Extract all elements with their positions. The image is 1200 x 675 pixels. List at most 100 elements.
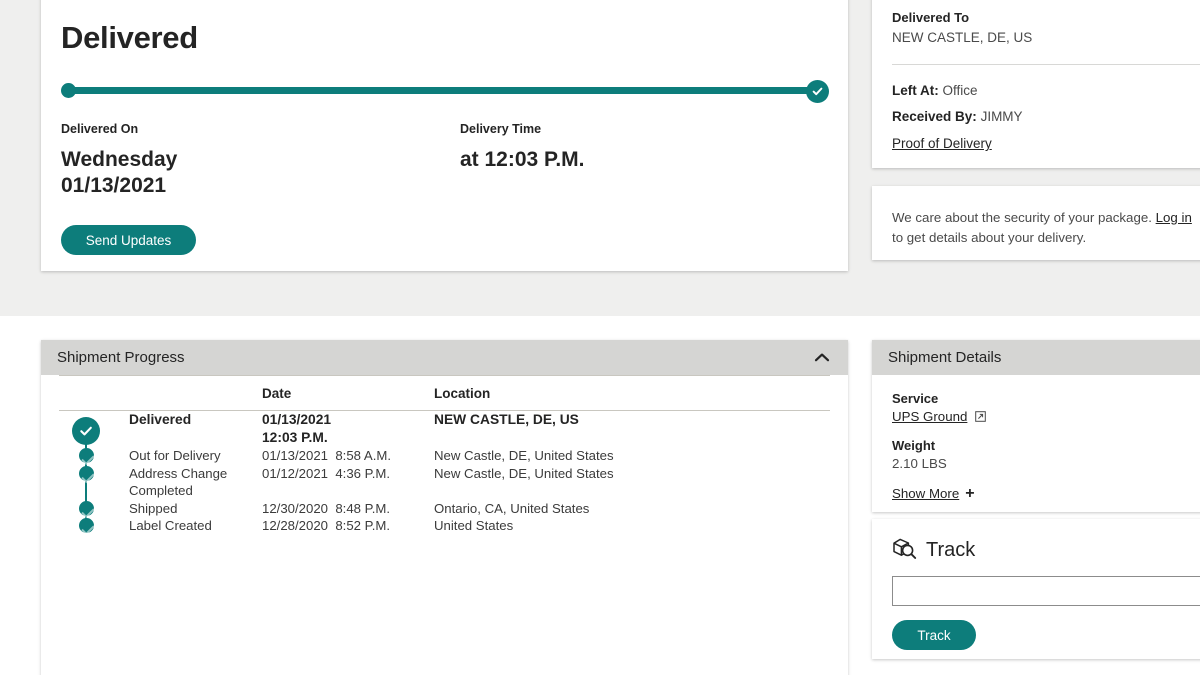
progress-track bbox=[67, 87, 817, 94]
event-date-cell: 01/12/2021 4:36 P.M. bbox=[262, 465, 434, 500]
check-dot-icon bbox=[79, 518, 94, 534]
event-status-cell: Address Change Completed bbox=[129, 465, 262, 500]
table-row: Address Change Completed 01/12/2021 4:36 … bbox=[59, 464, 830, 500]
event-status-cell: Delivered bbox=[129, 411, 262, 448]
shipment-progress-card: Shipment Progress Date Location Delivere… bbox=[41, 340, 848, 675]
event-status: Out for Delivery bbox=[129, 448, 221, 464]
table-body: Delivered 01/13/2021 12:03 P.M. NEW CASTLE… bbox=[59, 411, 830, 535]
delivery-time-label: Delivery Time bbox=[460, 122, 542, 136]
delivery-time-value: at 12:03 P.M. bbox=[460, 148, 585, 171]
event-status-cell: Out for Delivery bbox=[129, 447, 262, 464]
received-by-value: JIMMY bbox=[980, 109, 1023, 124]
weight-value: 2.10 LBS bbox=[892, 456, 947, 471]
track-widget-card: Track Track bbox=[872, 519, 1200, 659]
event-status-cell: Label Created bbox=[129, 517, 262, 534]
event-location-cell: NEW CASTLE, DE, US bbox=[434, 411, 830, 448]
delivered-to-heading: Delivered To bbox=[892, 10, 970, 25]
event-location: New Castle, DE, United States bbox=[434, 448, 614, 464]
col-header-status bbox=[129, 375, 262, 411]
log-in-link[interactable]: Log in bbox=[1156, 210, 1192, 225]
divider bbox=[892, 64, 1200, 65]
timeline-node-cell bbox=[59, 464, 129, 500]
event-date: 01/13/2021 8:58 A.M. bbox=[262, 448, 392, 464]
left-at-label: Left At: bbox=[892, 83, 939, 98]
delivered-on-date: 01/13/2021 bbox=[61, 173, 167, 197]
table-row: Label Created 12/28/2020 8:52 P.M. United … bbox=[59, 517, 830, 534]
delivery-status-card: Delivered Delivered On Wednesday 01/13/2… bbox=[41, 0, 848, 271]
event-date: 12/30/2020 8:48 P.M. bbox=[262, 500, 391, 516]
table-header: Date Location bbox=[59, 375, 830, 411]
tracking-number-input[interactable] bbox=[892, 576, 1200, 606]
check-dot-icon bbox=[79, 500, 94, 516]
event-location: Ontario, CA, United States bbox=[434, 500, 590, 516]
delivered-to-address: NEW CASTLE, DE, US bbox=[892, 30, 1033, 45]
timeline-node-cell bbox=[59, 447, 129, 465]
received-by-row: Received By: JIMMY bbox=[892, 109, 1200, 124]
col-header-date: Date bbox=[262, 375, 434, 411]
timeline-node-cell bbox=[59, 411, 129, 448]
event-date-cell: 01/13/2021 12:03 P.M. bbox=[262, 411, 434, 448]
event-date: 01/13/2021 12:03 P.M. bbox=[262, 412, 332, 446]
service-link[interactable]: UPS Ground bbox=[892, 409, 967, 424]
received-by-label: Received By: bbox=[892, 109, 977, 124]
security-notice-text: We care about the security of your packa… bbox=[892, 208, 1200, 248]
progress-start-dot bbox=[61, 83, 76, 98]
chevron-up-icon[interactable] bbox=[812, 352, 832, 363]
table-row: Shipped 12/30/2020 8:48 P.M. Ontario, CA, … bbox=[59, 499, 830, 518]
shipment-details-card: Shipment Details Service UPS Ground Weig… bbox=[872, 340, 1200, 512]
col-header-location: Location bbox=[434, 375, 830, 411]
track-button[interactable]: Track bbox=[892, 620, 976, 650]
shipment-details-title: Shipment Details bbox=[888, 349, 1002, 366]
event-location-cell: New Castle, DE, United States bbox=[434, 447, 830, 464]
weight-label: Weight bbox=[892, 438, 936, 453]
security-text-before: We care about the security of your packa… bbox=[892, 210, 1156, 225]
event-status: Shipped bbox=[129, 500, 178, 516]
track-widget-title: Track bbox=[926, 538, 976, 561]
check-dot-icon bbox=[79, 465, 94, 481]
delivered-on-label: Delivered On bbox=[61, 122, 139, 136]
event-date-cell: 12/28/2020 8:52 P.M. bbox=[262, 517, 434, 534]
security-text-after: to get details about your delivery. bbox=[892, 229, 1087, 245]
shipment-progress-body: Date Location Delivered 01/13/2021 12:03 … bbox=[41, 375, 848, 535]
shipment-details-header[interactable]: Shipment Details bbox=[872, 340, 1200, 375]
event-location: United States bbox=[434, 518, 514, 534]
progress-complete-check-icon bbox=[806, 80, 829, 103]
send-updates-button[interactable]: Send Updates bbox=[61, 225, 196, 255]
event-location-cell: New Castle, DE, United States bbox=[434, 465, 830, 500]
external-link-icon bbox=[971, 409, 986, 424]
event-date: 01/12/2021 4:36 P.M. bbox=[262, 465, 391, 481]
service-label: Service bbox=[892, 391, 939, 406]
left-at-value: Office bbox=[942, 83, 978, 98]
timeline-node-cell bbox=[59, 517, 129, 534]
shipment-progress-header[interactable]: Shipment Progress bbox=[41, 340, 848, 375]
event-date: 12/28/2020 8:52 P.M. bbox=[262, 518, 391, 534]
check-circle-icon bbox=[72, 417, 100, 445]
delivery-progress-bar bbox=[61, 80, 829, 103]
event-status-cell: Shipped bbox=[129, 500, 262, 517]
delivery-time-block: Delivery Time at 12:03 P.M. bbox=[460, 122, 585, 173]
show-more-link[interactable]: Show More bbox=[892, 486, 959, 501]
package-search-icon bbox=[892, 537, 917, 563]
track-widget-header: Track bbox=[892, 537, 1200, 563]
service-value-row: UPS Ground bbox=[892, 409, 1200, 424]
event-location: NEW CASTLE, DE, US bbox=[434, 412, 579, 427]
delivered-on-weekday: Wednesday bbox=[61, 148, 178, 171]
page-title: Delivered bbox=[61, 20, 198, 55]
table-row: Delivered 01/13/2021 12:03 P.M. NEW CASTLE… bbox=[59, 411, 830, 448]
plus-icon: + bbox=[965, 485, 975, 502]
timeline-node-cell bbox=[59, 499, 129, 518]
event-status: Label Created bbox=[129, 518, 212, 534]
col-header-node bbox=[59, 375, 129, 411]
delivered-on-block: Delivered On Wednesday 01/13/2021 bbox=[61, 122, 177, 198]
shipment-progress-table: Date Location Delivered 01/13/2021 12:03 … bbox=[59, 375, 830, 535]
event-date-cell: 01/13/2021 8:58 A.M. bbox=[262, 447, 434, 464]
event-status: Address Change Completed bbox=[129, 465, 228, 499]
event-location-cell: Ontario, CA, United States bbox=[434, 500, 830, 517]
left-at-row: Left At: Office bbox=[892, 83, 1200, 98]
event-status: Delivered bbox=[129, 412, 192, 427]
proof-of-delivery-link[interactable]: Proof of Delivery bbox=[892, 136, 992, 151]
event-date-cell: 12/30/2020 8:48 P.M. bbox=[262, 500, 434, 517]
delivered-to-card: Delivered To NEW CASTLE, DE, US Left At:… bbox=[872, 0, 1200, 168]
table-row: Out for Delivery 01/13/2021 8:58 A.M. New … bbox=[59, 447, 830, 465]
event-location-cell: United States bbox=[434, 517, 830, 534]
